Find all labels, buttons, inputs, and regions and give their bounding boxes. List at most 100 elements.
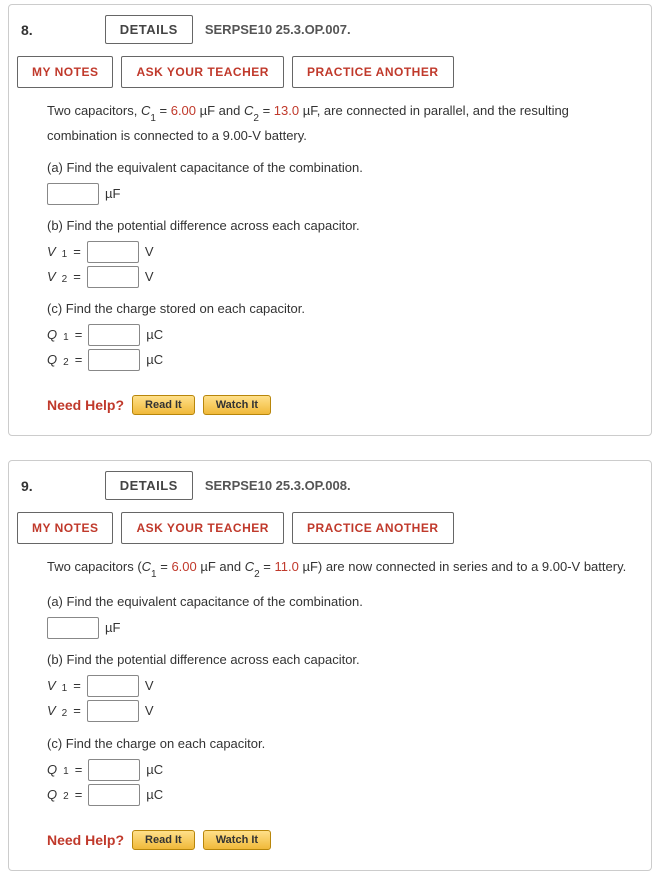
eq-text: =: [157, 559, 172, 574]
q2-sub: 2: [63, 788, 69, 805]
practice-another-button[interactable]: PRACTICE ANOTHER: [292, 56, 454, 88]
part-a: (a) Find the equivalent capacitance of t…: [47, 591, 637, 639]
q1-unit: µC: [146, 759, 163, 781]
problem-header: 8. DETAILS SERPSE10 25.3.OP.007.: [17, 11, 643, 52]
v2-var: V: [47, 266, 56, 288]
v1-eq: =: [73, 675, 81, 697]
v1-row: V1 = V: [47, 241, 637, 263]
problem-number: 8.: [21, 22, 33, 38]
part-b-label: (b) Find the potential difference across…: [47, 215, 637, 237]
ask-teacher-button[interactable]: ASK YOUR TEACHER: [121, 512, 283, 544]
part-a-answer-row: µF: [47, 617, 637, 639]
q2-var: Q: [47, 784, 57, 806]
eq-text: =: [259, 103, 274, 118]
v1-var: V: [47, 241, 56, 263]
q1-eq: =: [75, 759, 83, 781]
stem-text: Two capacitors (: [47, 559, 142, 574]
q2-row: Q2 = µC: [47, 349, 637, 371]
action-row: MY NOTES ASK YOUR TEACHER PRACTICE ANOTH…: [17, 56, 643, 88]
v1-var: V: [47, 675, 56, 697]
eq-text: =: [156, 103, 171, 118]
problem-code: SERPSE10 25.3.OP.008.: [205, 478, 351, 493]
details-button[interactable]: DETAILS: [105, 15, 193, 44]
c2-sub: 2: [253, 113, 259, 124]
c1-var: C: [141, 103, 150, 118]
c1-value: 6.00: [171, 103, 196, 118]
c1-value: 6.00: [171, 559, 196, 574]
stem-text: Two capacitors,: [47, 103, 141, 118]
v2-eq: =: [73, 266, 81, 288]
q1-input[interactable]: [88, 324, 140, 346]
part-a-input[interactable]: [47, 617, 99, 639]
need-help-label: Need Help?: [47, 832, 124, 848]
q2-eq: =: [75, 784, 83, 806]
c2-sub: 2: [254, 569, 260, 580]
c2-var: C: [244, 103, 253, 118]
eq-text: =: [260, 559, 275, 574]
need-help-row: Need Help? Read It Watch It: [17, 830, 643, 850]
watch-it-button[interactable]: Watch It: [203, 395, 271, 415]
c2-value: 13.0: [274, 103, 299, 118]
c1-var: C: [142, 559, 151, 574]
part-a-answer-row: µF: [47, 183, 637, 205]
v2-unit: V: [145, 266, 154, 288]
q2-eq: =: [75, 349, 83, 371]
problem-stem: Two capacitors, C1 = 6.00 µF and C2 = 13…: [47, 100, 637, 147]
v1-unit: V: [145, 241, 154, 263]
part-c: (c) Find the charge on each capacitor. Q…: [47, 733, 637, 806]
action-row: MY NOTES ASK YOUR TEACHER PRACTICE ANOTH…: [17, 512, 643, 544]
part-a-input[interactable]: [47, 183, 99, 205]
v1-eq: =: [73, 241, 81, 263]
problem-body: Two capacitors, C1 = 6.00 µF and C2 = 13…: [17, 100, 643, 371]
q2-unit: µC: [146, 784, 163, 806]
part-a: (a) Find the equivalent capacitance of t…: [47, 157, 637, 205]
v2-input[interactable]: [87, 266, 139, 288]
practice-another-button[interactable]: PRACTICE ANOTHER: [292, 512, 454, 544]
q2-sub: 2: [63, 354, 69, 371]
v2-unit: V: [145, 700, 154, 722]
need-help-row: Need Help? Read It Watch It: [17, 395, 643, 415]
problem-card: 9. DETAILS SERPSE10 25.3.OP.008. MY NOTE…: [8, 460, 652, 870]
q1-sub: 1: [63, 763, 69, 780]
ask-teacher-button[interactable]: ASK YOUR TEACHER: [121, 56, 283, 88]
v2-var: V: [47, 700, 56, 722]
v1-sub: 1: [62, 246, 68, 263]
read-it-button[interactable]: Read It: [132, 830, 195, 850]
q2-input[interactable]: [88, 349, 140, 371]
need-help-label: Need Help?: [47, 397, 124, 413]
my-notes-button[interactable]: MY NOTES: [17, 512, 113, 544]
v2-eq: =: [73, 700, 81, 722]
v2-row: V2 = V: [47, 266, 637, 288]
part-a-label: (a) Find the equivalent capacitance of t…: [47, 157, 637, 179]
q1-eq: =: [75, 324, 83, 346]
v1-input[interactable]: [87, 241, 139, 263]
stem-text: µF and: [197, 559, 245, 574]
q2-var: Q: [47, 349, 57, 371]
details-button[interactable]: DETAILS: [105, 471, 193, 500]
problem-code: SERPSE10 25.3.OP.007.: [205, 22, 351, 37]
v2-input[interactable]: [87, 700, 139, 722]
part-a-unit: µF: [105, 183, 120, 205]
c1-sub: 1: [151, 569, 157, 580]
q2-row: Q2 = µC: [47, 784, 637, 806]
v1-input[interactable]: [87, 675, 139, 697]
problem-body: Two capacitors (C1 = 6.00 µF and C2 = 11…: [17, 556, 643, 805]
watch-it-button[interactable]: Watch It: [203, 830, 271, 850]
v1-sub: 1: [62, 680, 68, 697]
problem-number: 9.: [21, 478, 33, 494]
q1-row: Q1 = µC: [47, 759, 637, 781]
v2-sub: 2: [62, 705, 68, 722]
q1-var: Q: [47, 324, 57, 346]
stem-text: µF and: [196, 103, 244, 118]
my-notes-button[interactable]: MY NOTES: [17, 56, 113, 88]
read-it-button[interactable]: Read It: [132, 395, 195, 415]
problem-card: 8. DETAILS SERPSE10 25.3.OP.007. MY NOTE…: [8, 4, 652, 436]
problem-header: 9. DETAILS SERPSE10 25.3.OP.008.: [17, 467, 643, 508]
stem-text: µF) are now connected in series and to a…: [299, 559, 626, 574]
part-a-label: (a) Find the equivalent capacitance of t…: [47, 591, 637, 613]
q1-input[interactable]: [88, 759, 140, 781]
part-b: (b) Find the potential difference across…: [47, 215, 637, 288]
c1-sub: 1: [150, 113, 156, 124]
q2-input[interactable]: [88, 784, 140, 806]
problem-stem: Two capacitors (C1 = 6.00 µF and C2 = 11…: [47, 556, 637, 581]
